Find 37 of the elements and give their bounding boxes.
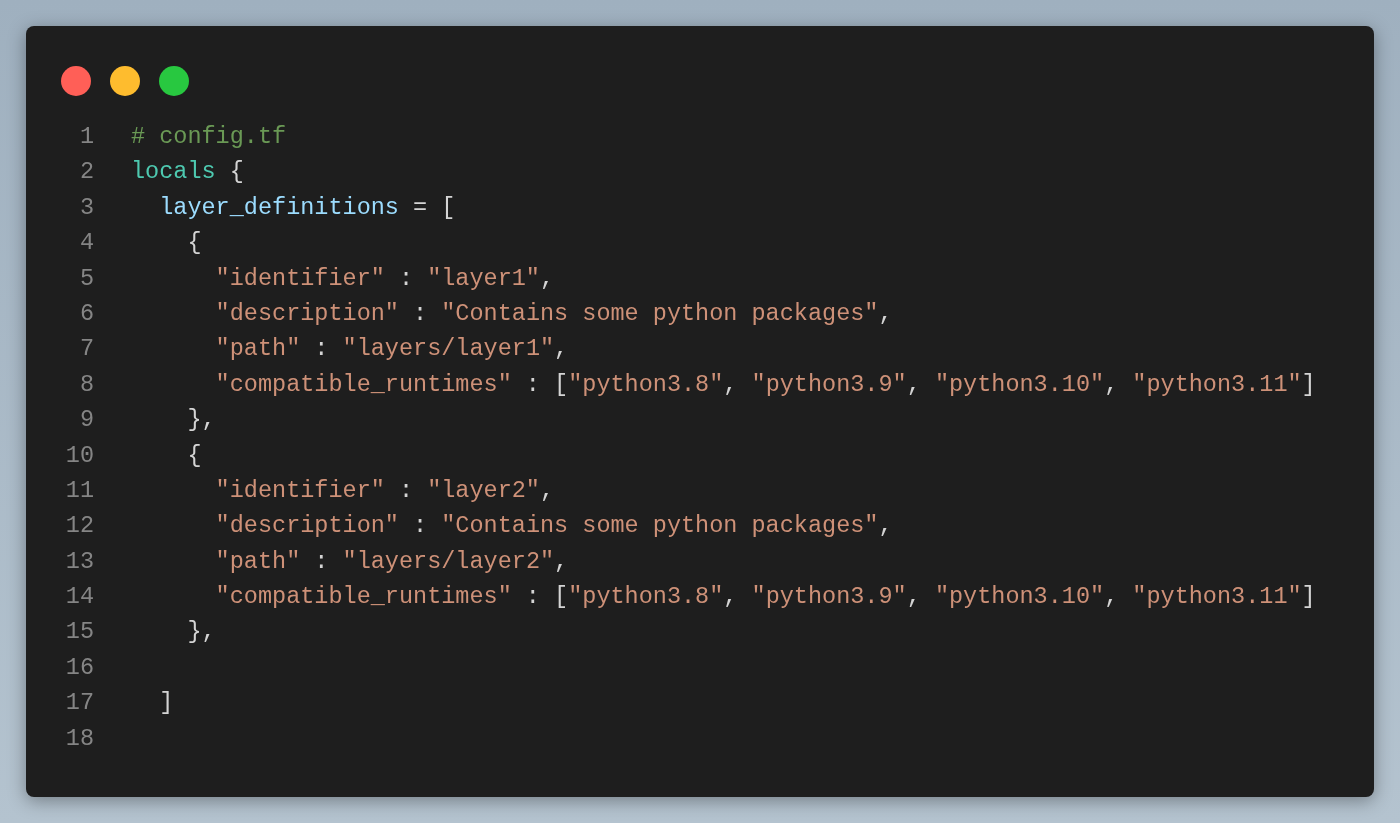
line-number: 5 (78, 263, 94, 294)
code-line: ] (158, 688, 174, 719)
line-number: 12 (64, 511, 94, 542)
line-number: 13 (64, 546, 94, 577)
line-number: 1 (78, 122, 94, 152)
code-line: "path" : "layers/layer1", (214, 334, 569, 365)
window-control-dot[interactable] (61, 66, 91, 96)
line-number: 4 (78, 228, 94, 259)
code-line: "identifier" : "layer1", (214, 263, 555, 294)
window-control-dot[interactable] (110, 66, 140, 96)
code-line: "compatible_runtimes" : ["python3.8", "python3.9", "python3.10", "python3.11"] (214, 582, 1316, 613)
code-line: { (186, 228, 202, 259)
line-number: 9 (78, 405, 94, 436)
line-number: 14 (64, 582, 94, 613)
line-number: 10 (64, 440, 94, 471)
code-line: "compatible_runtimes" : ["python3.8", "python3.9", "python3.10", "python3.11"] (214, 369, 1316, 400)
line-number: 11 (64, 475, 94, 506)
line-number: 15 (64, 617, 94, 648)
line-number: 17 (64, 688, 94, 719)
code-line: # config.tf (131, 122, 287, 152)
code-line: locals { (131, 157, 244, 188)
code-line: "identifier" : "layer2", (214, 475, 555, 506)
line-number: 6 (78, 298, 94, 329)
code-line: "description" : "Contains some python packages", (214, 298, 893, 329)
line-number: 8 (78, 369, 94, 400)
window-control-dot[interactable] (159, 66, 189, 96)
code-line: }, (186, 405, 216, 436)
line-number: 16 (64, 652, 94, 683)
code-line: layer_definitions = [ (158, 192, 456, 223)
code-line: { (186, 440, 202, 471)
code-line: "path" : "layers/layer2", (214, 546, 569, 577)
line-number: 3 (78, 192, 94, 223)
line-number: 18 (64, 723, 94, 754)
code-line: "description" : "Contains some python packages", (214, 511, 893, 542)
code-line: }, (186, 617, 216, 648)
line-number: 2 (78, 157, 94, 188)
line-number: 7 (78, 334, 94, 365)
